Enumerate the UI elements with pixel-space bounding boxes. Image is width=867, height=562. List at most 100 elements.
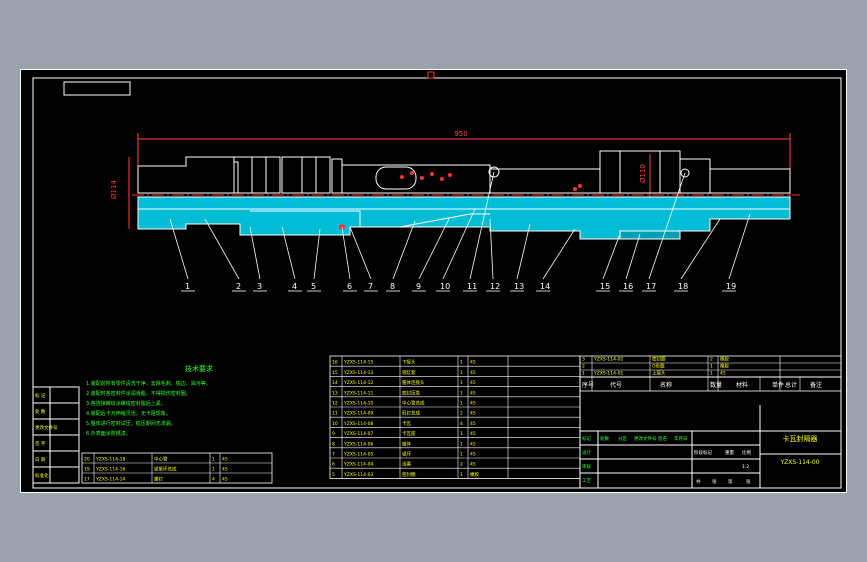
bom-cell: 密封圈 <box>652 356 666 363</box>
bom-cell: YZXS-114-09 <box>343 411 373 417</box>
left-label: 更改文件号 <box>35 424 58 431</box>
bom-header-cell: 代号 <box>610 381 622 389</box>
bom-cell: 密封圈 <box>402 471 416 478</box>
bom-header-cell: 单件 <box>772 381 784 389</box>
bom-cell: 橡胶 <box>720 363 729 370</box>
balloon-number: 16 <box>623 282 633 291</box>
stage-label: 比例 <box>742 449 751 456</box>
balloon-number: 19 <box>726 282 736 291</box>
left-label: 处 数 <box>35 408 46 415</box>
tb-label: 处数 <box>600 435 609 442</box>
note-line: 2.装配时各密封件涂润滑脂，不得损伤密封圈。 <box>86 390 191 397</box>
bom-cell: 6 <box>332 462 335 468</box>
bom-cell: 5 <box>332 472 335 478</box>
bom-main-table: 16 YZXS-114-15 下接头 1 4515 YZXS-114-13 液缸套 1 4514… <box>329 355 581 479</box>
balloon-number: 15 <box>600 282 610 291</box>
bom-cell: 1 <box>460 380 463 386</box>
bom-cell: 上接头 <box>652 370 666 377</box>
left-label: 标 记 <box>35 392 46 399</box>
leader-line <box>542 228 576 280</box>
balloon-number: 6 <box>347 282 352 291</box>
bom-cell: 13 <box>332 390 338 396</box>
bom-cell: 2 <box>582 364 585 370</box>
bom-cell: 45 <box>470 380 476 386</box>
leader-line <box>625 233 641 280</box>
left-label: 签 字 <box>35 440 46 447</box>
balloon-number: 9 <box>416 282 421 291</box>
bom-cell: 剪钉总成 <box>402 410 420 417</box>
bom-cell: 45 <box>470 441 476 447</box>
bom-cell: 螺钉 <box>154 476 163 483</box>
bom-header-cell: 总计 <box>785 381 797 389</box>
bom-cell: 45 <box>470 421 476 427</box>
bom-cell: 45 <box>470 370 476 376</box>
bom-cell: 下接头 <box>402 359 416 366</box>
bom-cell: 1 <box>710 364 713 370</box>
bom-cell: YZXS-114-08 <box>343 421 373 427</box>
outer-border <box>20 69 847 493</box>
left-diameter-dimension: Ø114 <box>110 157 130 229</box>
bom-cell: YZXS-114-05 <box>343 452 373 458</box>
bom-cell: YZXS-114-12 <box>343 380 373 386</box>
bom-cell: 1 <box>212 467 215 473</box>
dia-right-label: Ø110 <box>639 164 647 183</box>
bom-cell: 45 <box>470 431 476 437</box>
bom-header-cell: 数量 <box>710 381 722 389</box>
bom-cell: 45 <box>222 477 228 483</box>
bom-small-table: 20 YZXS-114-18 中心管 1 45 19 YZXS-114-16 锁紧环总成 1 45… <box>81 452 273 484</box>
balloon-number: 8 <box>390 282 395 291</box>
balloon-number: 14 <box>540 282 550 291</box>
bom-cell: 1 <box>460 390 463 396</box>
bom-cell: 45 <box>470 411 476 417</box>
right-diameter-dimension: Ø110 <box>639 154 651 199</box>
bom-cell: 1 <box>710 371 713 377</box>
bom-cell: 2 <box>460 462 463 468</box>
bom-cell: YZXS-114-10 <box>343 401 373 407</box>
note-line: 6.外表面涂防锈漆。 <box>86 430 131 437</box>
balloon-number: 4 <box>292 282 297 291</box>
leader-line <box>602 233 621 280</box>
balloon-number: 12 <box>490 282 500 291</box>
bom-cell: 4 <box>212 477 215 483</box>
bom-cell: 1 <box>212 457 215 463</box>
bom-cell: 锁环 <box>402 451 411 458</box>
bom-cell: 45 <box>470 390 476 396</box>
stage-label: 阶段标记 <box>694 449 712 456</box>
left-label: 标准化 <box>35 472 49 479</box>
bom-cell: 45 <box>222 457 228 463</box>
sheet-label: 张 <box>746 478 751 485</box>
bom-cell: 4 <box>460 421 463 427</box>
bom-cell: YZXS-114-07 <box>343 431 373 437</box>
corner-box <box>63 81 131 96</box>
bom-cell: 橡胶 <box>470 471 479 478</box>
bom-cell: 卡瓦 <box>402 420 411 427</box>
bom-cell: YZXS-114-01 <box>593 371 623 377</box>
bom-cell: 密封压盖 <box>402 389 420 396</box>
bom-cell: YZXS-114-02 <box>593 357 623 363</box>
bom-cell: 45 <box>470 462 476 468</box>
technical-notes: 技术要求 1.装配前所有零件清洗干净，去除毛刺、锐边、油污等。 2.装配时各密封… <box>86 364 213 437</box>
bom-cell: 17 <box>84 477 90 483</box>
tb-row: 设计 <box>582 449 591 456</box>
note-line: 1.装配前所有零件清洗干净，去除毛刺、锐边、油污等。 <box>86 380 211 387</box>
leader-line <box>516 223 531 280</box>
bom-cell: 活塞 <box>402 461 411 468</box>
leader-line <box>728 213 751 280</box>
balloon-number: 3 <box>257 282 262 291</box>
balloon-number: 18 <box>678 282 688 291</box>
tb-row: 审核 <box>582 463 591 470</box>
leader-line <box>313 228 321 280</box>
bom-cell: YZXS-114-15 <box>343 360 373 366</box>
bom-header-cell: 备注 <box>810 381 822 389</box>
bom-cell: 14 <box>332 380 338 386</box>
note-line: 4.装配后卡瓦伸缩灵活，无卡阻现象。 <box>86 410 171 417</box>
bom-cell: 中心管 <box>154 456 168 463</box>
bom-cell: 橡胶 <box>720 356 729 363</box>
bom-cell: YZXS-114-04 <box>343 462 373 468</box>
tb-label: 更改文件号 <box>634 435 657 442</box>
dia-left-label: Ø114 <box>110 180 118 199</box>
bom-cell: 15 <box>332 370 338 376</box>
bom-cell: 卡瓦座 <box>402 430 416 437</box>
note-line: 5.整体进行密封试压，稳压期间无渗漏。 <box>86 420 176 427</box>
balloon-number: 2 <box>236 282 241 291</box>
